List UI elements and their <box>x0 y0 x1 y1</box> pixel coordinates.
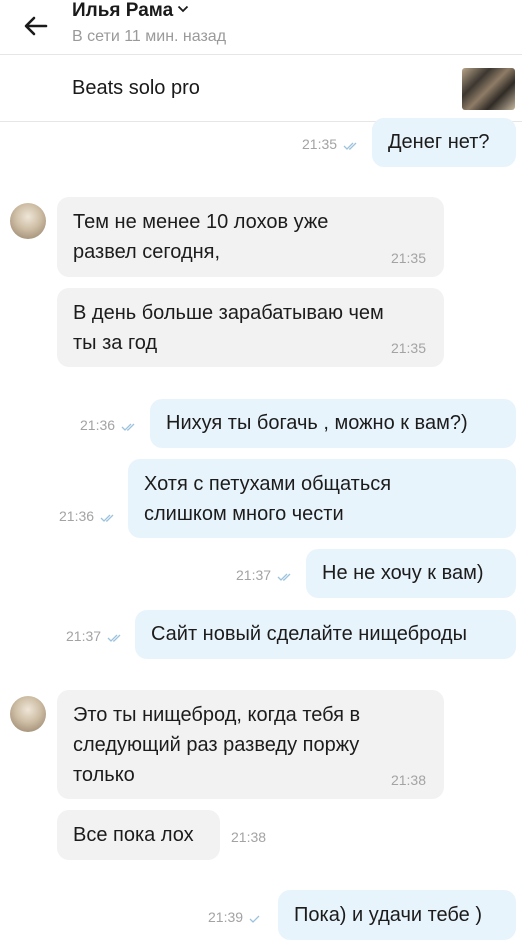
outgoing-message[interactable]: Хотя с петухами общаться слишком много ч… <box>128 459 516 538</box>
message-text: слишком много чести <box>144 503 344 525</box>
message-text: Это ты нищеброд, когда тебя в <box>73 704 361 726</box>
chat-header: Илья Рама В сети 11 мин. назад <box>0 0 522 55</box>
message-text: Не не хочу к вам) <box>322 562 484 584</box>
message-time: 21:35 <box>390 250 426 266</box>
double-check-icon <box>107 634 121 642</box>
product-title: Beats solo pro <box>72 77 200 99</box>
avatar[interactable] <box>10 203 46 239</box>
message-time: 21:37 <box>236 567 293 583</box>
message-text: Хотя с петухами общаться <box>144 473 392 495</box>
message-text: Тем не менее 10 лохов уже <box>73 211 329 233</box>
double-check-icon <box>100 514 114 522</box>
incoming-message[interactable]: В день больше зарабатываю чем ты за год … <box>57 288 444 367</box>
outgoing-message[interactable]: Нихуя ты богачь , можно к вам?) <box>150 399 516 448</box>
message-time: 21:36 <box>80 417 137 433</box>
outgoing-message[interactable]: Денег нет? <box>372 118 516 167</box>
outgoing-message[interactable]: Сайт новый сделайте нищеброды <box>135 610 516 659</box>
message-text: Все пока лох <box>73 824 194 846</box>
message-text: Сайт новый сделайте нищеброды <box>151 623 467 645</box>
message-text: Пока) и удачи тебе ) <box>294 904 482 926</box>
incoming-message[interactable]: Тем не менее 10 лохов уже развел сегодня… <box>57 197 444 277</box>
message-time: 21:35 <box>390 340 426 356</box>
double-check-icon <box>277 573 291 581</box>
single-check-icon <box>249 915 260 923</box>
back-button[interactable] <box>20 10 52 42</box>
message-text: развел сегодня, <box>73 241 221 263</box>
chevron-down-icon <box>178 5 189 13</box>
message-text: Нихуя ты богачь , можно к вам?) <box>166 412 468 434</box>
incoming-message[interactable]: Это ты нищеброд, когда тебя в следующий … <box>57 690 444 799</box>
outgoing-message[interactable]: Пока) и удачи тебе ) <box>278 890 516 940</box>
outgoing-message[interactable]: Не не хочу к вам) <box>306 549 516 598</box>
double-check-icon <box>343 142 357 150</box>
product-bar[interactable]: Beats solo pro <box>0 55 522 122</box>
message-time: 21:39 <box>208 909 261 925</box>
message-time: 21:35 <box>302 136 359 152</box>
double-check-icon <box>121 423 135 431</box>
contact-name: Илья Рама <box>72 0 174 21</box>
message-time: 21:36 <box>59 508 116 524</box>
incoming-message[interactable]: Все пока лох <box>57 810 220 860</box>
arrow-left-icon <box>24 16 48 36</box>
message-text: ты за год <box>73 332 158 354</box>
message-text: следующий раз разведу поржу <box>73 734 360 756</box>
message-text: Денег нет? <box>388 131 490 153</box>
message-text: только <box>73 764 135 786</box>
contact-name-dropdown[interactable]: Илья Рама <box>72 0 189 22</box>
message-text: В день больше зарабатываю чем <box>73 302 384 324</box>
product-thumbnail[interactable] <box>462 68 515 110</box>
message-time: 21:38 <box>390 772 426 788</box>
message-time: 21:37 <box>66 628 123 644</box>
avatar[interactable] <box>10 696 46 732</box>
contact-status: В сети 11 мин. назад <box>72 28 227 45</box>
message-time: 21:38 <box>231 829 267 845</box>
